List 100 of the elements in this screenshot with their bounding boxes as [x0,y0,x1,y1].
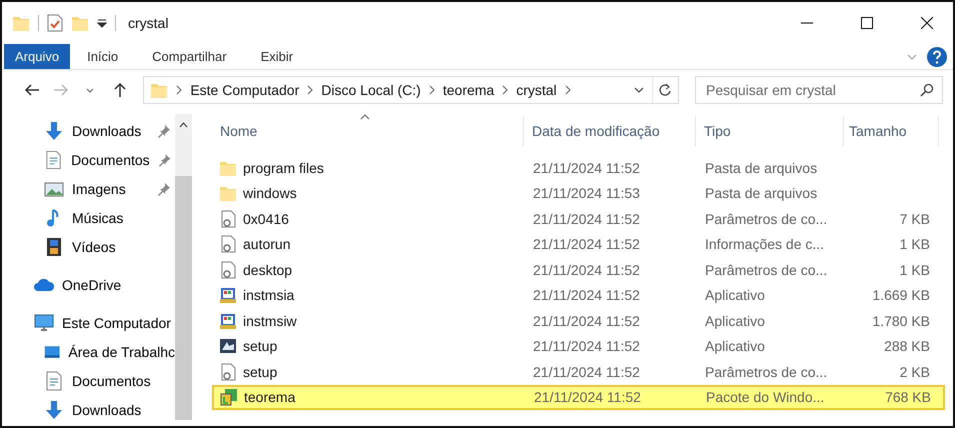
sidebar-item[interactable]: OneDrive [2,270,175,299]
file-name: program files [243,160,324,176]
file-name: desktop [243,262,292,278]
sidebar-item[interactable]: Downloads [2,116,175,145]
size-cell-text: 2 KB [898,364,931,380]
file-name: instmsia [243,287,294,304]
settings-file-icon [219,260,237,279]
chevron-down-icon [86,88,94,92]
chevron-right-icon [564,85,571,95]
ribbon-tab[interactable]: Compartilhar [135,44,244,69]
scrollbar[interactable] [175,114,192,420]
sidebar-item[interactable]: Downloads [2,395,175,424]
file-row[interactable]: autorun 21/11/2024 11:52 Informações de c... 1 KB [212,232,945,257]
date-cell-text: 21/11/2024 11:52 [533,389,642,406]
installer-icon [219,312,237,330]
breadcrumb[interactable]: teorema [442,82,494,98]
file-menu-tab[interactable]: Arquivo [4,44,70,69]
file-row[interactable]: setup 21/11/2024 11:52 Aplicativo 288 KB [212,334,945,359]
type-cell-text: Pasta de arquivos [704,185,818,202]
sidebar-item[interactable]: Imagens [2,174,175,203]
ribbon-tab[interactable]: Início [70,44,136,69]
scroll-up-icon[interactable] [179,122,188,128]
size-cell-text: 1.669 KB [871,287,931,304]
document-icon [44,370,64,390]
chevron-down-icon [634,87,644,93]
ribbon-tab[interactable]: Exibir [244,44,310,69]
breadcrumb[interactable]: Disco Local (C:) [321,82,421,98]
sidebar-item[interactable]: Músicas [2,203,175,232]
size-cell-text: 768 KB [884,389,932,406]
file-row[interactable]: teorema 21/11/2024 11:52 Pacote do Windo... 768 KB [212,384,945,410]
type-cell-text: Parâmetros de co... [704,262,828,278]
document-icon [44,150,64,170]
column-header[interactable]: Tipo [696,116,844,146]
close-icon [921,17,933,29]
file-name: 0x0416 [243,210,289,227]
file-row[interactable]: windows 21/11/2024 11:53 Pasta de arquivos [212,180,945,206]
date-cell-text: 21/11/2024 11:52 [532,312,641,329]
date-cell-text: 21/11/2024 11:52 [532,262,641,278]
folder-icon [150,81,168,99]
file-row[interactable]: setup 21/11/2024 11:52 Parâmetros de co... 2 KB [212,359,945,384]
sidebar-item[interactable]: Área de Trabalhc [2,337,175,366]
file-row[interactable]: instmsiw 21/11/2024 11:52 Aplicativo 1.780 KB [212,308,945,334]
date-cell-text: 21/11/2024 11:52 [532,210,641,227]
date-cell-text: 21/11/2024 11:52 [532,287,641,304]
date-cell-text: 21/11/2024 11:52 [532,364,641,380]
settings-file-icon [219,362,237,381]
forward-icon [52,82,69,98]
date-cell-text: 21/11/2024 11:52 [532,236,641,252]
folder-icon [219,184,237,202]
size-cell-text: 1 KB [898,262,931,278]
file-name: setup [243,338,278,354]
refresh-icon [658,83,672,97]
date-cell-text: 21/11/2024 11:53 [532,185,641,202]
scrollbar-thumb[interactable] [175,176,192,420]
back-icon [24,82,40,98]
column-header[interactable]: Data de modificação [524,116,696,146]
date-cell-text: 21/11/2024 11:52 [532,338,641,354]
file-name: windows [243,185,297,202]
type-cell-text: Aplicativo [704,312,766,329]
installer-icon [219,286,237,304]
file-row[interactable]: instmsia 21/11/2024 11:52 Aplicativo 1.669 KB [212,282,945,308]
chevron-right-icon [307,85,314,95]
size-cell-text: 1.780 KB [871,312,931,329]
date-cell-text: 21/11/2024 11:52 [532,160,641,176]
chevron-down-icon[interactable] [907,54,917,60]
sidebar-item[interactable]: Documentos [2,145,175,174]
column-header[interactable]: Nome [212,116,524,146]
file-row[interactable]: desktop 21/11/2024 11:52 Parâmetros de co... 1 KB [212,257,945,282]
column-header[interactable]: Tamanho [844,116,939,146]
sidebar-item[interactable]: Vídeos [2,232,175,261]
sort-ascending-icon [360,114,370,120]
file-name: teorema [244,389,296,406]
size-cell-text: 7 KB [898,210,931,227]
size-cell-text: 1 KB [898,236,931,252]
package-icon [220,388,238,406]
window-title: crystal [128,15,168,31]
breadcrumb[interactable]: crystal [516,82,557,98]
help-icon[interactable] [927,46,947,66]
sidebar-item[interactable]: Documentos [2,366,175,395]
file-row[interactable]: 0x0416 21/11/2024 11:52 Parâmetros de co... 7 KB [212,206,945,232]
settings-file-icon [219,210,237,228]
type-cell-text: Pasta de arquivos [704,160,818,176]
film-icon [44,236,64,256]
file-name: setup [243,364,278,380]
size-cell-text: 288 KB [883,338,931,354]
monitor-icon [34,312,54,332]
breadcrumb[interactable]: Este Computador [190,82,300,98]
arrow-down-icon [44,400,64,420]
type-cell-text: Parâmetros de co... [704,210,828,227]
address-bar[interactable]: Este Computador Disco Local (C:) teorema crystal [143,76,679,104]
sidebar-item[interactable]: Este Computador [2,308,175,337]
setup-icon [219,337,237,356]
search-field[interactable]: Pesquisar em crystal [694,76,943,104]
file-row[interactable]: program files 21/11/2024 11:52 Pasta de arquivos [212,155,945,180]
type-cell-text: Aplicativo [704,287,766,304]
settings-file-icon [219,235,237,254]
maximize-icon [861,17,873,29]
dropdown-icon[interactable] [97,18,107,28]
arrow-down-icon [44,120,64,140]
properties-icon[interactable] [47,14,63,32]
